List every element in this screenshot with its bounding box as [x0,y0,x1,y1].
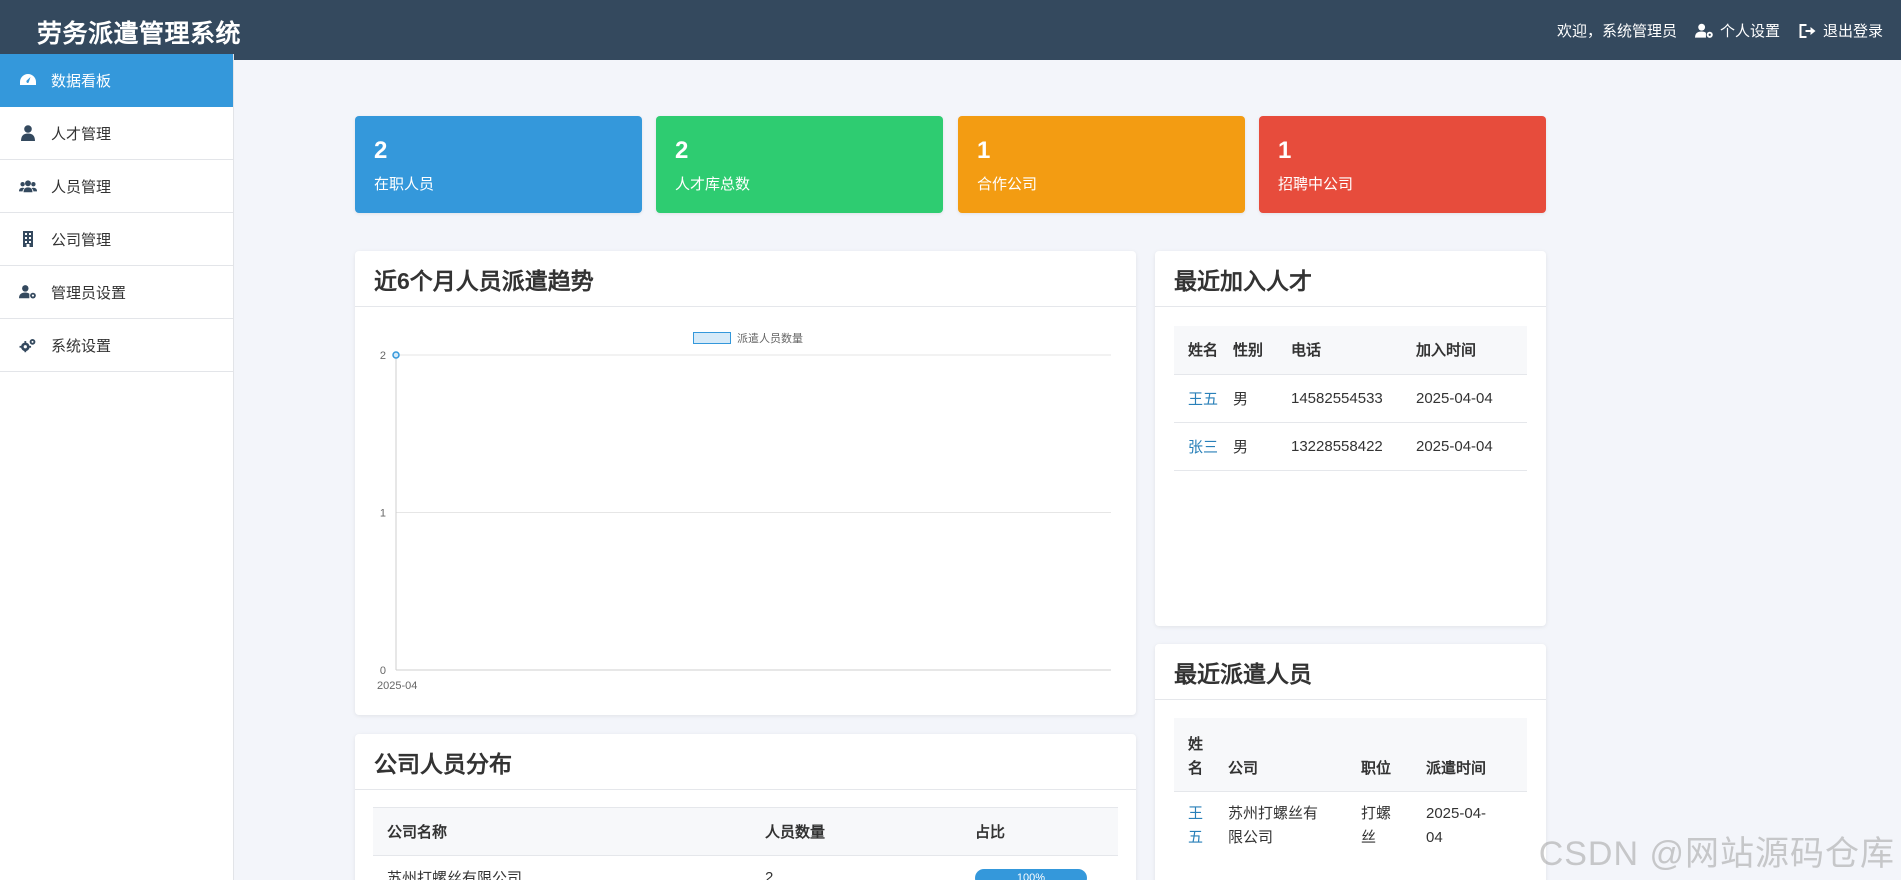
profile-settings-link[interactable]: 个人设置 [1694,20,1780,41]
table-header-row: 姓名 公司 职位 派遣时间 [1174,718,1527,791]
sidebar-item-label: 公司管理 [51,231,112,249]
recent-talent-table: 姓名 性别 电话 加入时间 王五 男 14582554533 2025-04-0… [1174,326,1527,471]
dispatch-date: 2025-04-04 [1426,805,1487,847]
stat-card-active-staff: 2 在职人员 [355,116,642,213]
stat-label: 人才库总数 [675,176,751,193]
column-header: 性别 [1233,326,1291,374]
talent-name-link[interactable]: 王五 [1174,373,1233,422]
talent-join-date: 2025-04-04 [1416,421,1527,471]
sidebar: 数据看板 人才管理 人员管理 公司管理 管理员设置 系统设置 [0,54,234,880]
card-title: 最近派遣人员 [1155,644,1546,700]
sign-out-icon [1799,23,1816,38]
stat-value: 1 [977,137,991,164]
dispatch-name-link[interactable]: 王五 [1188,802,1208,850]
stat-card-talent-total: 2 人才库总数 [656,116,943,213]
talent-gender: 男 [1233,373,1291,422]
chart-area: 派遣人员数量 0 1 2 2025-04 [355,307,1136,715]
logout-link[interactable]: 退出登录 [1798,20,1883,41]
x-tick-label: 2025-04 [377,680,417,692]
sidebar-item-dashboard[interactable]: 数据看板 [0,54,233,107]
column-header: 公司名称 [373,807,765,856]
sidebar-item-label: 人员管理 [51,178,112,196]
user-gear-icon [18,283,38,301]
talent-phone: 14582554533 [1291,373,1416,422]
profile-settings-label: 个人设置 [1719,23,1780,40]
top-navbar: 劳务派遣管理系统 欢迎，系统管理员 个人设置 退出登录 [0,0,1901,60]
table-header-row: 公司名称 人员数量 占比 [373,807,1118,856]
user-icon [18,124,38,142]
percentage-bar: 100% [975,868,1087,880]
company-name: 苏州打螺丝有限公司 [373,855,765,880]
talent-join-date: 2025-04-04 [1416,373,1527,422]
header-actions: 欢迎，系统管理员 个人设置 退出登录 [1557,20,1883,41]
recent-dispatch-card: 最近派遣人员 姓名 公司 职位 派遣时间 王五 苏州打螺丝有限公司 打螺丝 20… [1155,644,1546,880]
column-header: 职位 [1361,718,1426,791]
users-icon [18,177,38,195]
column-header: 派遣时间 [1426,718,1527,791]
logout-label: 退出登录 [1822,23,1883,40]
staff-count: 2 [765,855,975,880]
company-distribution-card: 公司人员分布 公司名称 人员数量 占比 苏州打螺丝有限公司 2 100% [355,734,1136,880]
y-tick-label: 0 [380,665,386,677]
column-header: 加入时间 [1416,326,1527,374]
card-title: 最近加入人才 [1155,251,1546,307]
stat-value: 2 [675,137,689,164]
stat-label: 在职人员 [374,176,435,193]
building-icon [18,230,38,248]
stat-value: 1 [1278,137,1292,164]
trend-chart-svg: 0 1 2 2025-04 [377,350,1111,692]
table-header-row: 姓名 性别 电话 加入时间 [1174,326,1527,374]
talent-gender: 男 [1233,421,1291,471]
sidebar-item-company[interactable]: 公司管理 [0,213,233,266]
talent-phone: 13228558422 [1291,421,1416,471]
column-header: 人员数量 [765,807,975,856]
column-header: 姓名 [1188,735,1204,777]
table-row: 王五 男 14582554533 2025-04-04 [1174,373,1527,422]
table-row: 王五 苏州打螺丝有限公司 打螺丝 2025-04-04 [1174,790,1527,861]
stat-card-hiring-companies: 1 招聘中公司 [1259,116,1546,213]
column-header: 姓名 [1174,326,1233,374]
watermark: CSDN @网站源码仓库 [1538,835,1895,873]
sidebar-item-label: 系统设置 [51,337,112,355]
sidebar-item-system-settings[interactable]: 系统设置 [0,319,233,372]
stat-value: 2 [374,137,388,164]
card-title: 近6个月人员派遣趋势 [355,251,1136,307]
app-title: 劳务派遣管理系统 [37,20,242,48]
sidebar-item-label: 人才管理 [51,125,112,143]
distribution-table: 公司名称 人员数量 占比 苏州打螺丝有限公司 2 100% [373,807,1118,880]
talent-name-link[interactable]: 张三 [1174,421,1233,471]
stat-label: 招聘中公司 [1278,176,1354,193]
sidebar-item-staff[interactable]: 人员管理 [0,160,233,213]
recent-dispatch-table: 姓名 公司 职位 派遣时间 王五 苏州打螺丝有限公司 打螺丝 2025-04-0… [1174,718,1527,861]
recent-talent-card: 最近加入人才 姓名 性别 电话 加入时间 王五 男 14582554533 20… [1155,251,1546,626]
welcome-text: 欢迎，系统管理员 [1556,23,1677,40]
stat-card-partner-companies: 1 合作公司 [958,116,1245,213]
dispatch-trend-card: 近6个月人员派遣趋势 派遣人员数量 0 1 2 2025-04 [355,251,1136,715]
table-row: 苏州打螺丝有限公司 2 100% [373,855,1118,880]
dashboard-icon [18,71,38,89]
sidebar-item-admin-settings[interactable]: 管理员设置 [0,266,233,319]
y-tick-label: 1 [380,508,386,520]
column-header: 占比 [975,807,1118,856]
column-header: 电话 [1291,326,1416,374]
user-gear-icon [1694,23,1713,38]
data-point [392,351,400,359]
column-header: 公司 [1228,718,1361,791]
sidebar-item-talent[interactable]: 人才管理 [0,107,233,160]
cogs-icon [18,336,38,354]
sidebar-item-label: 管理员设置 [51,284,127,302]
y-tick-label: 2 [380,350,386,362]
dispatch-position: 打螺丝 [1361,805,1392,847]
dispatch-company: 苏州打螺丝有限公司 [1228,805,1319,847]
table-row: 张三 男 13228558422 2025-04-04 [1174,421,1527,471]
sidebar-item-label: 数据看板 [51,72,112,90]
stat-label: 合作公司 [977,176,1038,193]
card-title: 公司人员分布 [355,734,1136,790]
